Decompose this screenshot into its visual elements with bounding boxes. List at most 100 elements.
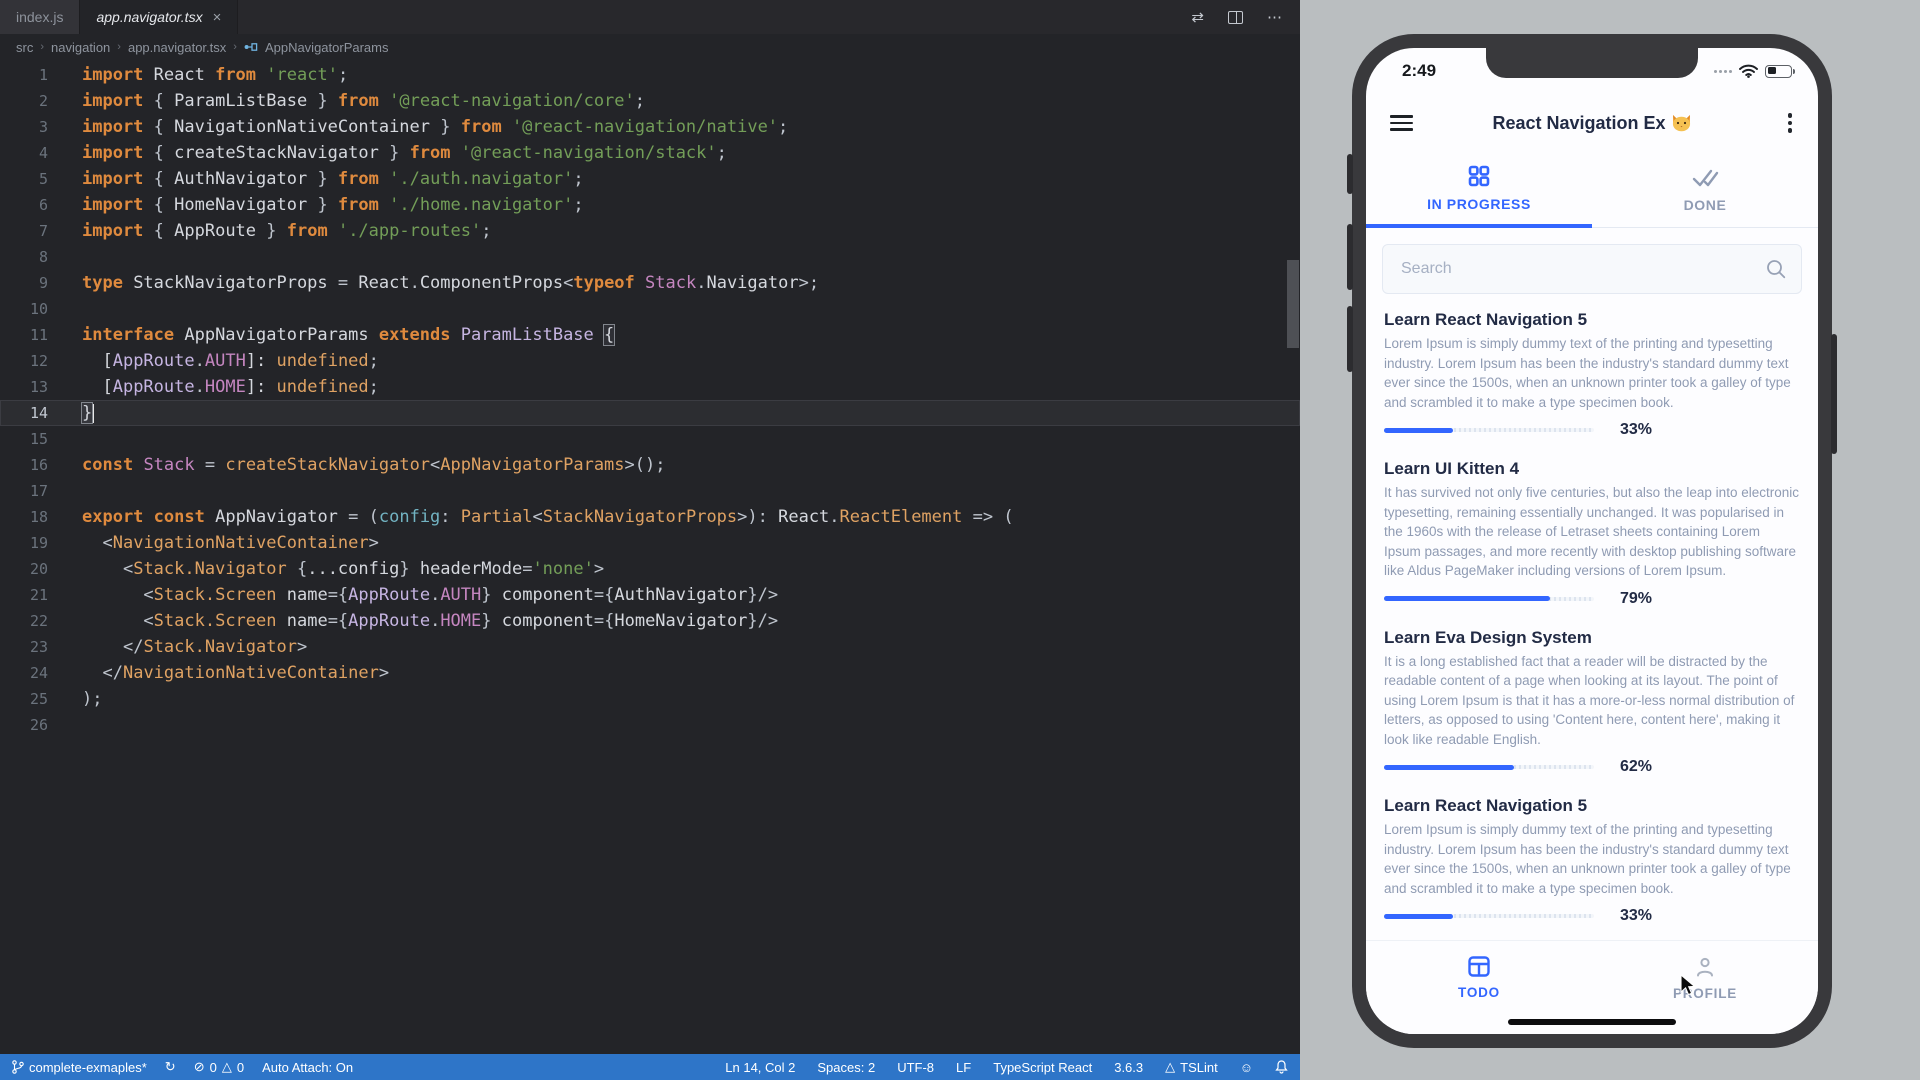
- line-number[interactable]: 16: [0, 452, 48, 478]
- code-line[interactable]: 23 </Stack.Navigator>: [0, 634, 1300, 660]
- line-number[interactable]: 23: [0, 634, 48, 660]
- search-icon[interactable]: [1765, 258, 1787, 280]
- line-number[interactable]: 2: [0, 88, 48, 114]
- line-number[interactable]: 7: [0, 218, 48, 244]
- line-number[interactable]: 1: [0, 62, 48, 88]
- split-editor-icon[interactable]: [1228, 11, 1243, 24]
- line-number[interactable]: 15: [0, 426, 48, 452]
- line-content: type StackNavigatorProps = React.Compone…: [48, 270, 819, 296]
- close-icon[interactable]: ×: [213, 10, 222, 25]
- todo-title: Learn Eva Design System: [1384, 628, 1800, 648]
- code-area[interactable]: 1import React from 'react';2import { Par…: [0, 60, 1300, 1056]
- breadcrumb-item[interactable]: navigation: [51, 40, 110, 55]
- line-number[interactable]: 20: [0, 556, 48, 582]
- todo-item[interactable]: Learn React Navigation 5Lorem Ipsum is s…: [1384, 796, 1800, 925]
- status-bar-item[interactable]: TypeScript React: [993, 1060, 1092, 1075]
- todo-description: Lorem Ipsum is simply dummy text of the …: [1384, 334, 1800, 412]
- todo-item[interactable]: Learn Eva Design SystemIt is a long esta…: [1384, 628, 1800, 777]
- line-number[interactable]: 26: [0, 712, 48, 738]
- code-line[interactable]: 4import { createStackNavigator } from '@…: [0, 140, 1300, 166]
- breadcrumb-item[interactable]: src: [16, 40, 33, 55]
- code-line[interactable]: 24 </NavigationNativeContainer>: [0, 660, 1300, 686]
- code-line[interactable]: 18export const AppNavigator = (config: P…: [0, 504, 1300, 530]
- line-number[interactable]: 3: [0, 114, 48, 140]
- code-line[interactable]: 17: [0, 478, 1300, 504]
- line-number[interactable]: 25: [0, 686, 48, 712]
- line-number[interactable]: 22: [0, 608, 48, 634]
- line-content: import { AuthNavigator } from './auth.na…: [48, 166, 584, 192]
- line-content: import { ParamListBase } from '@react-na…: [48, 88, 645, 114]
- code-line[interactable]: 25);: [0, 686, 1300, 712]
- sync-item[interactable]: ↻: [165, 1059, 176, 1075]
- code-line[interactable]: 11interface AppNavigatorParams extends P…: [0, 322, 1300, 348]
- line-number[interactable]: 11: [0, 322, 48, 348]
- line-number[interactable]: 19: [0, 530, 48, 556]
- todo-item[interactable]: Learn UI Kitten 4It has survived not onl…: [1384, 459, 1800, 608]
- auto-attach-item[interactable]: Auto Attach: On: [262, 1060, 353, 1075]
- status-bar-item[interactable]: LF: [956, 1060, 971, 1075]
- code-line[interactable]: 15: [0, 426, 1300, 452]
- line-number[interactable]: 13: [0, 374, 48, 400]
- tab-index-js[interactable]: index.js: [0, 0, 80, 34]
- search-input[interactable]: Search: [1382, 244, 1802, 294]
- todo-item[interactable]: Learn React Navigation 5Lorem Ipsum is s…: [1384, 310, 1800, 439]
- home-indicator[interactable]: [1508, 1019, 1676, 1025]
- tab-done[interactable]: DONE: [1592, 152, 1818, 228]
- line-number[interactable]: 8: [0, 244, 48, 270]
- tab-app-navigator[interactable]: app.navigator.tsx ×: [80, 0, 238, 34]
- line-content: interface AppNavigatorParams extends Par…: [48, 322, 614, 348]
- line-content: [AppRoute.AUTH]: undefined;: [48, 348, 379, 374]
- code-line[interactable]: 8: [0, 244, 1300, 270]
- code-line[interactable]: 2import { ParamListBase } from '@react-n…: [0, 88, 1300, 114]
- code-line[interactable]: 7import { AppRoute } from './app-routes'…: [0, 218, 1300, 244]
- code-line[interactable]: 12 [AppRoute.AUTH]: undefined;: [0, 348, 1300, 374]
- status-bar-item[interactable]: 3.6.3: [1114, 1060, 1143, 1075]
- volume-down-button[interactable]: [1347, 306, 1353, 372]
- volume-up-button[interactable]: [1347, 224, 1353, 290]
- line-number[interactable]: 10: [0, 296, 48, 322]
- code-line[interactable]: 13 [AppRoute.HOME]: undefined;: [0, 374, 1300, 400]
- power-button[interactable]: [1831, 334, 1837, 454]
- code-line[interactable]: 3import { NavigationNativeContainer } fr…: [0, 114, 1300, 140]
- silent-switch-button[interactable]: [1347, 154, 1353, 194]
- line-number[interactable]: 24: [0, 660, 48, 686]
- code-line[interactable]: 10: [0, 296, 1300, 322]
- problems-item[interactable]: ⊘ 0 △ 0: [194, 1059, 244, 1075]
- line-number[interactable]: 9: [0, 270, 48, 296]
- code-line[interactable]: 19 <NavigationNativeContainer>: [0, 530, 1300, 556]
- code-line[interactable]: 16const Stack = createStackNavigator<App…: [0, 452, 1300, 478]
- line-number[interactable]: 6: [0, 192, 48, 218]
- line-number[interactable]: 21: [0, 582, 48, 608]
- status-bar-item[interactable]: Ln 14, Col 2: [725, 1060, 795, 1075]
- code-line[interactable]: 14}: [0, 400, 1300, 426]
- tab-in-progress[interactable]: IN PROGRESS: [1366, 152, 1592, 228]
- code-line[interactable]: 5import { AuthNavigator } from './auth.n…: [0, 166, 1300, 192]
- git-branch-item[interactable]: complete-exmaples*: [12, 1060, 147, 1075]
- code-line[interactable]: 21 <Stack.Screen name={AppRoute.AUTH} co…: [0, 582, 1300, 608]
- status-bar-item[interactable]: UTF-8: [897, 1060, 934, 1075]
- todo-title: Learn React Navigation 5: [1384, 796, 1800, 816]
- code-line[interactable]: 26: [0, 712, 1300, 738]
- code-line[interactable]: 22 <Stack.Screen name={AppRoute.HOME} co…: [0, 608, 1300, 634]
- editor-scrollbar[interactable]: [1287, 260, 1299, 348]
- notifications-bell-item[interactable]: [1275, 1060, 1288, 1074]
- feedback-smiley-icon[interactable]: ☺: [1240, 1060, 1253, 1075]
- code-line[interactable]: 20 <Stack.Navigator {...config} headerMo…: [0, 556, 1300, 582]
- status-bar-item[interactable]: Spaces: 2: [817, 1060, 875, 1075]
- code-line[interactable]: 6import { HomeNavigator } from './home.n…: [0, 192, 1300, 218]
- line-number[interactable]: 14: [0, 400, 48, 426]
- line-number[interactable]: 5: [0, 166, 48, 192]
- line-number[interactable]: 17: [0, 478, 48, 504]
- code-line[interactable]: 9type StackNavigatorProps = React.Compon…: [0, 270, 1300, 296]
- breadcrumb-separator: ›: [233, 41, 237, 53]
- line-content: [AppRoute.HOME]: undefined;: [48, 374, 379, 400]
- line-number[interactable]: 18: [0, 504, 48, 530]
- layout-toggle-icon[interactable]: ⇄: [1191, 8, 1204, 26]
- line-number[interactable]: 12: [0, 348, 48, 374]
- code-line[interactable]: 1import React from 'react';: [0, 62, 1300, 88]
- more-actions-icon[interactable]: ⋯: [1267, 8, 1282, 26]
- breadcrumb-item[interactable]: app.navigator.tsx: [128, 40, 226, 55]
- breadcrumb-item[interactable]: AppNavigatorParams: [265, 40, 389, 55]
- tslint-item[interactable]: △ TSLint: [1165, 1059, 1218, 1075]
- line-number[interactable]: 4: [0, 140, 48, 166]
